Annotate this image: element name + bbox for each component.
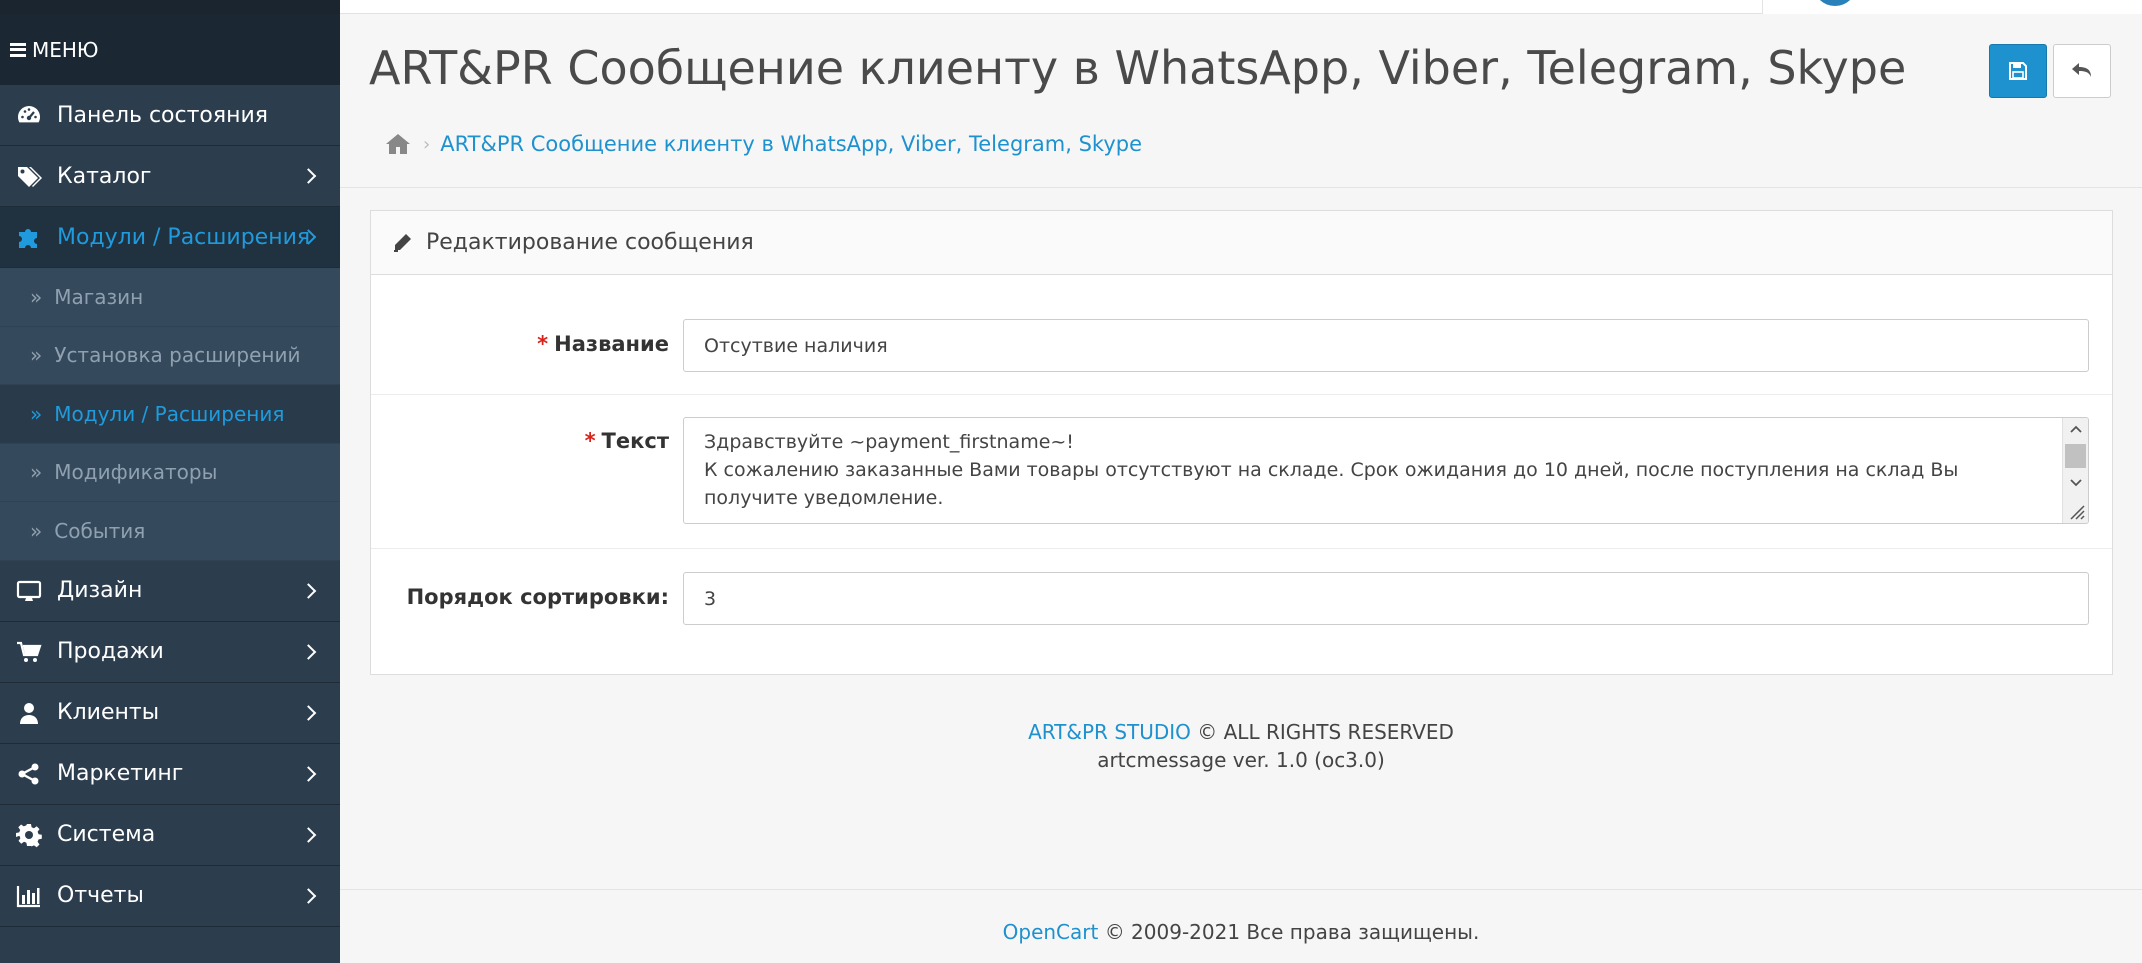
top-header bbox=[0, 0, 2142, 14]
gear-icon bbox=[16, 822, 42, 848]
chevron-right-icon bbox=[300, 765, 317, 782]
tags-icon bbox=[16, 163, 42, 189]
sidebar-item-design[interactable]: Дизайн bbox=[0, 561, 340, 622]
pencil-icon bbox=[394, 233, 411, 252]
sidebar-item-label: Клиенты bbox=[57, 700, 160, 725]
home-icon[interactable] bbox=[385, 132, 411, 156]
double-chevron-icon: » bbox=[30, 284, 42, 309]
submenu-item-label: Модули / Расширения bbox=[54, 401, 285, 426]
submenu-item-label: События bbox=[54, 518, 146, 543]
name-label-text: Название bbox=[554, 332, 669, 356]
sidebar-item-marketing[interactable]: Маркетинг bbox=[0, 744, 340, 805]
menu-toggle[interactable]: МЕНЮ bbox=[0, 14, 340, 85]
rights-text: © ALL RIGHTS RESERVED bbox=[1190, 720, 1454, 744]
module-footer: ART&PR STUDIO © ALL RIGHTS RESERVED artc… bbox=[340, 718, 2142, 774]
menu-title: МЕНЮ bbox=[32, 37, 99, 62]
chevron-right-icon bbox=[300, 887, 317, 904]
chevron-right-icon bbox=[300, 643, 317, 660]
sidebar-item-dashboard[interactable]: Панель состояния bbox=[0, 85, 340, 146]
submenu-item-installer[interactable]: » Установка расширений bbox=[0, 327, 340, 385]
puzzle-icon bbox=[16, 224, 42, 250]
submenu-item-label: Модификаторы bbox=[54, 460, 218, 485]
submenu-item-label: Магазин bbox=[54, 284, 144, 309]
back-button[interactable] bbox=[2053, 44, 2111, 98]
name-label: * Название bbox=[537, 332, 669, 356]
submenu-item-events[interactable]: » События bbox=[0, 502, 340, 561]
page-title: ART&PR Сообщение клиенту в WhatsApp, Vib… bbox=[369, 41, 1907, 95]
bar-chart-icon bbox=[16, 883, 42, 909]
chevron-right-icon bbox=[300, 582, 317, 599]
sort-order-label: Порядок сортировки: bbox=[406, 585, 669, 609]
sidebar-item-label: Маркетинг bbox=[57, 761, 184, 786]
scroll-down-icon[interactable] bbox=[2063, 472, 2088, 494]
message-textarea[interactable]: Здравствуйте ~payment_firstname~! К сожа… bbox=[683, 417, 2089, 524]
double-chevron-icon: » bbox=[30, 343, 42, 368]
cart-icon bbox=[16, 639, 42, 665]
submenu-item-modifications[interactable]: » Модификаторы bbox=[0, 444, 340, 502]
header-logo-strip bbox=[0, 0, 340, 14]
breadcrumb: › ART&PR Сообщение клиенту в WhatsApp, V… bbox=[385, 132, 1142, 156]
sidebar-item-label: Дизайн bbox=[57, 578, 143, 603]
extensions-submenu: » Магазин » Установка расширений » Модул… bbox=[0, 268, 340, 561]
form-row-sort: Порядок сортировки: bbox=[371, 549, 2112, 674]
studio-link[interactable]: ART&PR STUDIO bbox=[1028, 720, 1191, 744]
avatar[interactable] bbox=[1813, 0, 1857, 6]
sidebar-item-extensions[interactable]: Модули / Расширения bbox=[0, 207, 340, 268]
user-icon bbox=[16, 700, 42, 726]
reply-icon bbox=[2072, 63, 2091, 77]
sidebar-item-label: Каталог bbox=[57, 163, 152, 189]
dashboard-icon bbox=[16, 102, 42, 128]
desktop-icon bbox=[16, 578, 42, 604]
sidebar: МЕНЮ Панель состояния Каталог Модули / Р… bbox=[0, 14, 340, 963]
submenu-item-store[interactable]: » Магазин bbox=[0, 268, 340, 327]
panel-heading: Редактирование сообщения bbox=[371, 211, 2112, 275]
double-chevron-icon: » bbox=[30, 401, 42, 426]
form-row-name: * Название bbox=[371, 275, 2112, 395]
sidebar-item-reports[interactable]: Отчеты bbox=[0, 866, 340, 927]
opencart-link[interactable]: OpenCart bbox=[1003, 920, 1099, 944]
save-button[interactable] bbox=[1989, 44, 2047, 98]
submenu-item-label: Установка расширений bbox=[54, 343, 301, 368]
submenu-item-extensions[interactable]: » Модули / Расширения bbox=[0, 385, 340, 444]
copyright-text: © 2009-2021 Все права защищены. bbox=[1098, 920, 1480, 944]
double-chevron-icon: » bbox=[30, 460, 42, 485]
page-header: ART&PR Сообщение клиенту в WhatsApp, Vib… bbox=[340, 14, 2142, 188]
sidebar-item-label: Панель состояния bbox=[57, 102, 269, 128]
share-icon bbox=[16, 761, 42, 787]
scroll-thumb[interactable] bbox=[2065, 444, 2086, 468]
message-text: Здравствуйте ~payment_firstname~! К сожа… bbox=[704, 431, 1959, 509]
menu-bars-icon bbox=[10, 42, 26, 57]
user-menu[interactable] bbox=[1762, 0, 2142, 14]
edit-message-panel: Редактирование сообщения *Название *Текс… bbox=[370, 210, 2113, 675]
main-content: ART&PR Сообщение клиенту в WhatsApp, Vib… bbox=[340, 14, 2142, 963]
double-chevron-icon: » bbox=[30, 518, 42, 543]
sidebar-item-system[interactable]: Система bbox=[0, 805, 340, 866]
sidebar-item-label: Отчеты bbox=[57, 883, 144, 908]
text-label-text: Текст bbox=[601, 429, 669, 453]
chevron-right-icon bbox=[300, 704, 317, 721]
site-footer: OpenCart © 2009-2021 Все права защищены. bbox=[340, 889, 2142, 963]
breadcrumb-separator: › bbox=[423, 133, 431, 155]
required-marker: * bbox=[584, 429, 596, 453]
sidebar-item-catalog[interactable]: Каталог bbox=[0, 146, 340, 207]
sidebar-item-customers[interactable]: Клиенты bbox=[0, 683, 340, 744]
panel-title: Редактирование сообщения bbox=[426, 230, 754, 255]
text-label: * Текст bbox=[585, 429, 669, 453]
scroll-up-icon[interactable] bbox=[2063, 418, 2088, 440]
sort-order-input[interactable] bbox=[683, 572, 2089, 625]
name-input[interactable] bbox=[683, 319, 2089, 372]
module-version: artcmessage ver. 1.0 (oc3.0) bbox=[1097, 748, 1385, 772]
sidebar-item-label: Продажи bbox=[57, 639, 164, 664]
breadcrumb-link[interactable]: ART&PR Сообщение клиенту в WhatsApp, Vib… bbox=[440, 132, 1142, 156]
sidebar-item-label: Модули / Расширения bbox=[57, 224, 311, 250]
chevron-right-icon bbox=[300, 826, 317, 843]
sidebar-item-label: Система bbox=[57, 822, 156, 847]
sidebar-item-sales[interactable]: Продажи bbox=[0, 622, 340, 683]
form-row-text: * Текст Здравствуйте ~payment_firstname~!… bbox=[371, 395, 2112, 549]
chevron-right-icon bbox=[300, 168, 317, 184]
floppy-disk-icon bbox=[2009, 62, 2027, 80]
resize-handle-icon[interactable] bbox=[2067, 502, 2085, 520]
required-marker: * bbox=[537, 332, 549, 356]
